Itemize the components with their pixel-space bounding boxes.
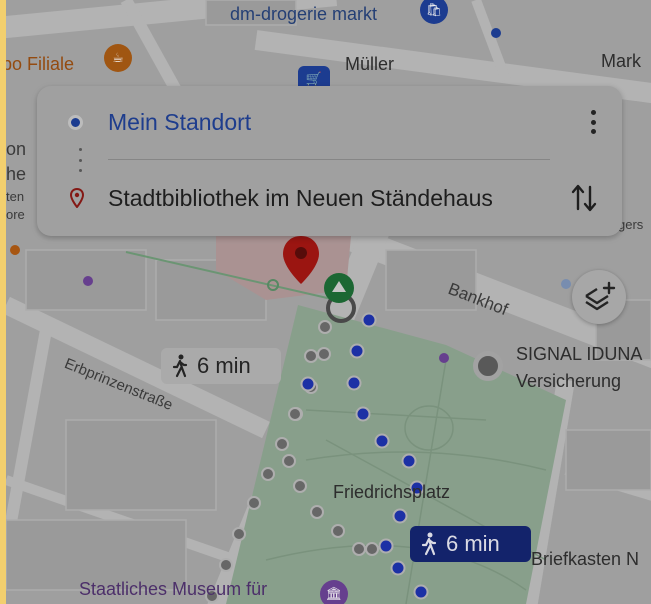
map-label-friedrichsplatz: Friedrichsplatz [333,482,451,502]
layers-add-icon [585,281,616,311]
destination-row[interactable]: Stadtbibliothek im Neuen Ständehaus [37,178,622,218]
walking-person-icon [421,532,437,556]
route-card: Mein Standort Stadtbibliothek im Neuen S… [37,86,622,236]
walking-person-icon [172,354,188,378]
destination-pin-icon [70,188,84,208]
swap-vertical-icon[interactable] [570,181,598,215]
origin-dot-icon [68,114,83,130]
map-label-left-he: he [6,164,27,184]
walk-time-main-text: 6 min [446,531,500,556]
map-label-museum: Staatliches Museum für [79,579,268,599]
divider [108,159,550,160]
map-label-signal-sub: Versicherung [516,371,622,391]
destination-map-pin-icon[interactable] [280,234,322,286]
map-label-left-ore: ore [6,207,25,222]
walk-time-chip-alt[interactable]: 6 min [161,348,281,384]
walk-time-alt-text: 6 min [197,353,251,378]
cup-icon[interactable]: ☕ [104,44,132,72]
map-label-post: bo Filiale [6,54,75,74]
map-label-dm: dm-drogerie markt [230,4,378,24]
map-label-mueller: Müller [345,54,395,74]
layers-button[interactable] [572,270,626,324]
map-label-left-ten: ten [6,189,25,204]
museum-icon[interactable]: 🏛 [320,580,348,604]
origin-row[interactable]: Mein Standort [37,102,622,142]
map-label-signal: SIGNAL IDUNA [516,344,643,364]
destination-text[interactable]: Stadtbibliothek im Neuen Ständehaus [108,185,493,212]
place-marker-icon[interactable] [473,351,503,381]
map-label-left-on: on [6,139,27,159]
origin-text[interactable]: Mein Standort [108,109,251,136]
more-vert-icon[interactable] [590,110,596,134]
walk-time-chip-main[interactable]: 6 min [410,526,531,562]
connector-dots [79,148,83,172]
map-view[interactable]: dm-drogerie markt 🛍 bo Filiale ☕ Müller … [6,0,651,604]
map-label-markt: Mark [601,51,641,71]
map-label-briefkasten: Briefkasten N [531,549,640,569]
